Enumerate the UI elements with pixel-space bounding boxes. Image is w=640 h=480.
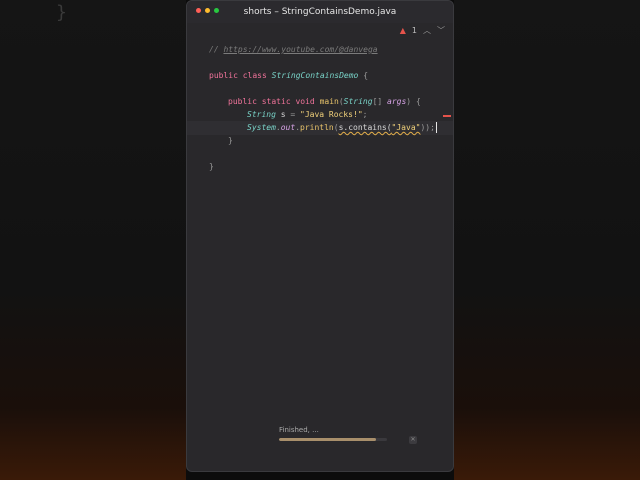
close-brace: }	[228, 136, 233, 145]
progress-bar	[279, 438, 387, 441]
title-bar: shorts – StringContainsDemo.java	[187, 1, 453, 23]
code-line-println: System.out.println(s.contains("Java"));	[187, 121, 453, 135]
text-caret	[435, 122, 437, 133]
comment-prefix: //	[209, 45, 224, 54]
window-title: shorts – StringContainsDemo.java	[243, 7, 397, 17]
close-paren: )	[406, 97, 412, 106]
progress-bar-fill	[279, 438, 377, 441]
code-line-comment: // https://www.youtube.com/@danvega	[187, 43, 453, 57]
code-line-close-class: }	[187, 160, 453, 174]
chevron-down-icon[interactable]: ﹀	[437, 25, 445, 36]
open-brace: {	[415, 97, 421, 106]
keyword-class: class	[242, 71, 267, 80]
keyword-static: static	[261, 97, 291, 106]
close-icon[interactable]: ✕	[409, 436, 417, 444]
code-line-main: public static void main(String[] args) {	[187, 95, 453, 109]
background-right	[454, 0, 640, 480]
code-line-close-method: }	[187, 134, 453, 148]
method-name: main	[319, 97, 339, 106]
inspection-widget[interactable]: ▲ 1 ︿ ﹀	[400, 25, 445, 36]
println-method: println	[300, 123, 334, 132]
contains-call: s.contains(	[338, 123, 392, 132]
param-type: String	[343, 97, 373, 106]
chevron-up-icon[interactable]: ︿	[423, 25, 431, 36]
minimize-window-button[interactable]	[205, 8, 210, 13]
param-name: args	[387, 97, 407, 106]
warning-triangle-icon: ▲	[399, 26, 406, 35]
window-controls	[196, 8, 219, 13]
param-brackets: []	[372, 97, 383, 106]
code-line-class: public class StringContainsDemo {	[187, 69, 453, 83]
var-type: String	[247, 110, 276, 119]
warning-count: 1	[411, 26, 417, 35]
close-window-button[interactable]	[196, 8, 201, 13]
semicolon: ;	[362, 110, 368, 119]
system-class: System	[247, 123, 276, 132]
string-literal: "Java Rocks!"	[300, 110, 363, 119]
status-text: Finished, ...	[279, 426, 319, 434]
assign-operator: =	[285, 110, 301, 119]
keyword-public: public	[209, 71, 238, 80]
keyword-public: public	[228, 97, 257, 106]
contains-argument: "Java"	[391, 123, 421, 132]
class-name: StringContainsDemo	[271, 71, 359, 80]
open-brace: {	[363, 71, 369, 80]
close-brace: }	[209, 162, 214, 171]
code-line-variable: String s = "Java Rocks!";	[187, 108, 453, 122]
statement-end: ));	[420, 123, 435, 132]
background-brace: }	[56, 2, 67, 23]
zoom-window-button[interactable]	[214, 8, 219, 13]
out-field: out	[280, 123, 296, 132]
error-stripe-marker[interactable]	[443, 115, 451, 117]
keyword-void: void	[295, 97, 315, 106]
background-left: }	[0, 0, 186, 480]
editor-window: shorts – StringContainsDemo.java ▲ 1 ︿ ﹀…	[186, 0, 454, 472]
comment-url-link[interactable]: https://www.youtube.com/@danvega	[223, 45, 377, 54]
